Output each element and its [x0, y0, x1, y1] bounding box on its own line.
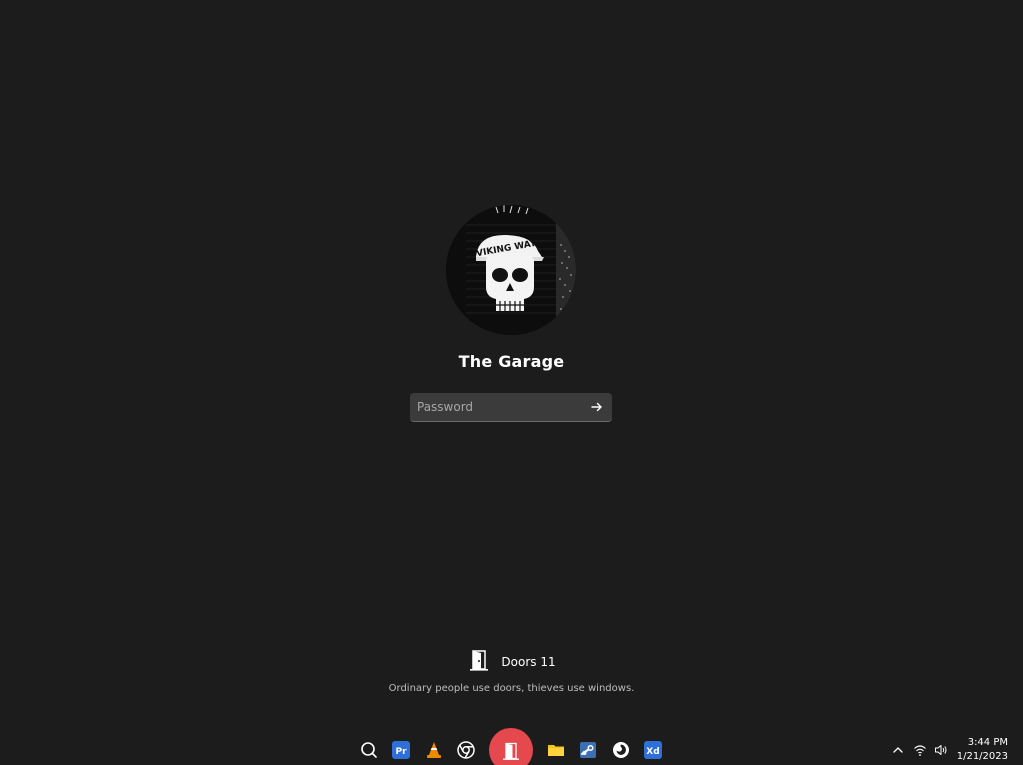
volume-icon[interactable]: [934, 742, 948, 756]
steam-icon[interactable]: [578, 740, 598, 760]
door-start-icon: [503, 742, 519, 760]
brand: Doors 11: [0, 648, 1023, 676]
lock-screen: VIKING WAY The Garage Doors 11 Ordinary …: [0, 0, 1023, 765]
taskbar: Pr Xd 3:44 PM 1/21/2023: [0, 728, 1023, 765]
vlc-icon[interactable]: [424, 740, 444, 760]
chrome-icon[interactable]: [456, 740, 476, 760]
adobe-xd-label: Xd: [646, 747, 659, 757]
clock[interactable]: 3:44 PM 1/21/2023: [957, 736, 1008, 764]
doors-start-button[interactable]: [489, 728, 533, 765]
brand-tagline: Ordinary people use doors, thieves use w…: [388, 683, 635, 694]
chevron-up-icon[interactable]: [891, 742, 905, 756]
premiere-pro-icon[interactable]: Pr: [391, 740, 411, 760]
premiere-pro-label: Pr: [395, 747, 407, 757]
search-icon[interactable]: [359, 740, 379, 760]
door-logo-icon: [467, 648, 491, 676]
password-input[interactable]: [410, 393, 582, 421]
wifi-icon[interactable]: [913, 742, 927, 756]
clock-time: 3:44 PM: [967, 737, 1008, 748]
submit-arrow-icon[interactable]: [588, 398, 606, 416]
user-avatar: VIKING WAY: [446, 205, 576, 335]
brand-name: Doors 11: [501, 655, 556, 669]
username-label: The Garage: [458, 352, 565, 371]
firefox-icon[interactable]: [611, 740, 631, 760]
password-box: [410, 393, 612, 422]
clock-date: 1/21/2023: [956, 751, 1008, 762]
file-explorer-icon[interactable]: [546, 740, 566, 760]
adobe-xd-icon[interactable]: Xd: [643, 740, 663, 760]
